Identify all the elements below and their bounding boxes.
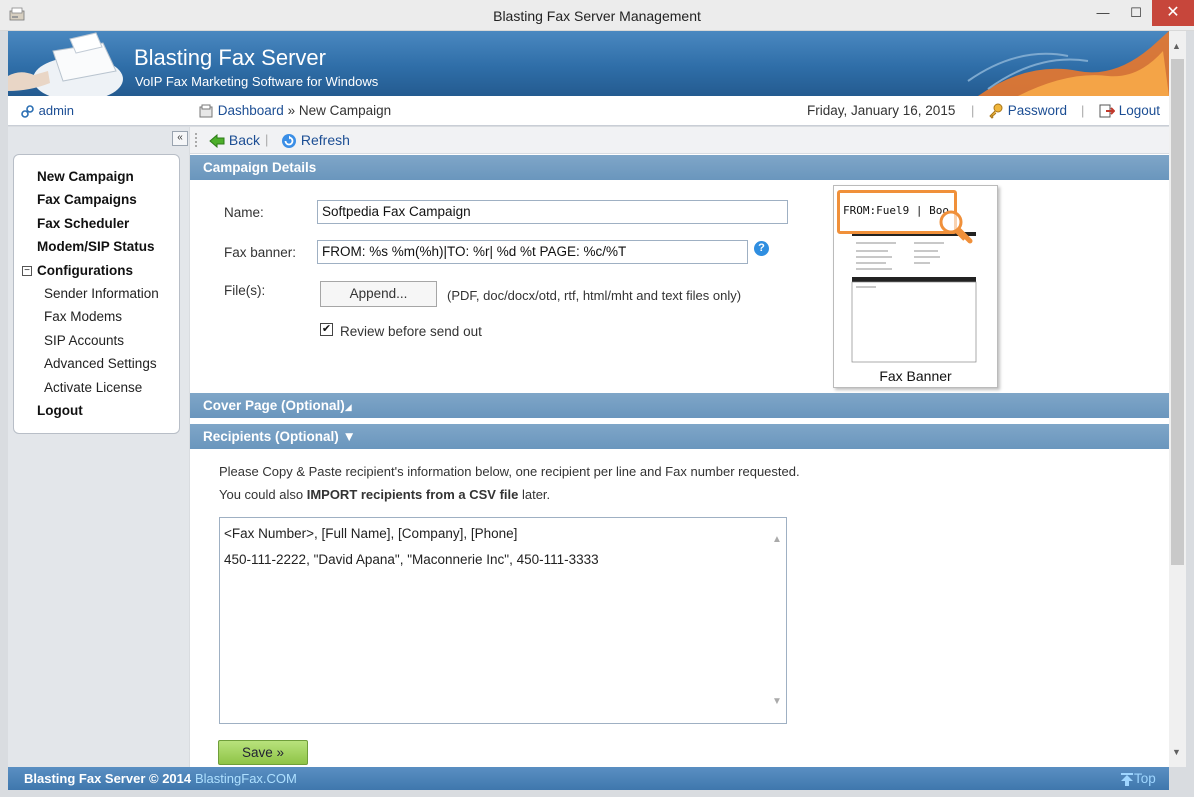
footer: Blasting Fax Server © 2014 BlastingFax.C… [8, 767, 1169, 790]
expand-toggle-icon: ◢ [344, 402, 352, 412]
website-link[interactable]: BlastingFax.COM [195, 771, 297, 786]
recipients-description-2: You could also IMPORT recipients from a … [219, 487, 550, 502]
key-icon [989, 103, 1003, 120]
scroll-down-icon[interactable]: ▼ [1172, 747, 1181, 757]
back-to-top-link[interactable]: Top [1120, 771, 1156, 787]
fax-banner-preview: FROM:Fuel9 | Boo Fax Banner [833, 185, 998, 388]
sidebar-item-new-campaign[interactable]: New Campaign [37, 169, 134, 184]
fax-machine-logo [8, 32, 123, 96]
banner-highlight-text: FROM:Fuel9 | Boo [843, 204, 949, 217]
desc-text: You could also [219, 487, 307, 502]
brand-tagline: VoIP Fax Marketing Software for Windows [135, 74, 379, 89]
refresh-icon [282, 134, 296, 149]
scrollbar-thumb[interactable] [1171, 59, 1184, 565]
fax-banner-label: Fax banner: [224, 245, 297, 260]
review-label: Review before send out [340, 324, 482, 339]
recipient-line: <Fax Number>, [Full Name], [Company], [P… [224, 526, 518, 541]
refresh-label: Refresh [300, 132, 350, 148]
maximize-button[interactable]: ☐ [1121, 0, 1151, 26]
user-link[interactable]: admin [20, 103, 74, 119]
top-label: Top [1134, 771, 1156, 786]
page-scrollbar[interactable]: ▲ ▼ [1169, 31, 1186, 767]
sidebar-panel: « New Campaign Fax Campaigns Fax Schedul… [8, 127, 189, 767]
breadcrumb: Dashboard » New Campaign [198, 103, 391, 119]
fax-banner-input[interactable]: FROM: %s %m(%h)|TO: %r| %d %t PAGE: %c/%… [317, 240, 748, 264]
toolbar-grip [195, 133, 198, 147]
divider: | [265, 132, 269, 147]
toolbar: Back | Refresh [190, 127, 1169, 154]
current-date: Friday, January 16, 2015 [807, 103, 956, 118]
copyright-text: Blasting Fax Server © 2014 [24, 771, 192, 786]
sidebar-item-advanced-settings[interactable]: Advanced Settings [44, 356, 157, 371]
sidebar-item-fax-campaigns[interactable]: Fax Campaigns [37, 192, 137, 207]
append-file-button[interactable]: Append... [320, 281, 437, 307]
window-titlebar: Blasting Fax Server Management — ☐ ✕ [0, 0, 1194, 31]
campaign-name-input[interactable]: Softpedia Fax Campaign [317, 200, 788, 224]
top-info-bar: admin Dashboard » New Campaign Friday, J… [8, 96, 1169, 126]
sidebar-item-fax-modems[interactable]: Fax Modems [44, 309, 122, 324]
files-label: File(s): [224, 283, 266, 298]
back-arrow-icon [209, 134, 225, 149]
close-button[interactable]: ✕ [1152, 0, 1194, 26]
help-icon[interactable]: ? [754, 241, 769, 256]
recipients-description-1: Please Copy & Paste recipient's informat… [219, 464, 800, 479]
recipient-line: 450-111-2222, "David Apana", "Maconnerie… [224, 552, 599, 567]
sidebar-item-logout[interactable]: Logout [37, 403, 83, 418]
collapse-tree-icon[interactable]: − [22, 266, 32, 276]
scroll-up-icon[interactable]: ▲ [1172, 41, 1181, 51]
sidebar-nav: New Campaign Fax Campaigns Fax Scheduler… [13, 154, 180, 434]
scroll-up-icon[interactable]: ▲ [772, 534, 782, 545]
import-csv-text: IMPORT recipients from a CSV file [306, 487, 519, 502]
divider: | [971, 103, 975, 118]
sidebar-item-modem-sip-status[interactable]: Modem/SIP Status [37, 239, 155, 254]
cover-page-header[interactable]: Cover Page (Optional)◢ [190, 393, 1169, 418]
divider: | [1081, 103, 1085, 118]
user-name: admin [38, 103, 75, 118]
scroll-down-icon[interactable]: ▼ [772, 696, 782, 707]
back-label: Back [228, 132, 261, 148]
back-button[interactable]: Back [209, 132, 261, 149]
refresh-button[interactable]: Refresh [281, 132, 350, 149]
user-icon [21, 105, 34, 118]
logout-label: Logout [1118, 103, 1161, 118]
save-button[interactable]: Save » [218, 740, 308, 765]
brand-title: Blasting Fax Server [134, 45, 326, 70]
collapse-sidebar-button[interactable]: « [172, 131, 188, 146]
sidebar-item-activate-license[interactable]: Activate License [44, 380, 142, 395]
minimize-button[interactable]: — [1088, 0, 1118, 26]
up-arrow-icon [1121, 772, 1133, 786]
recipients-header[interactable]: Recipients (Optional) ▼ [190, 424, 1169, 449]
sidebar-item-configurations[interactable]: Configurations [37, 263, 133, 278]
password-link[interactable]: Password [988, 103, 1068, 120]
window-title: Blasting Fax Server Management [493, 8, 701, 24]
main-content: Back | Refresh Campaign Details Name: So… [190, 127, 1169, 767]
page-icon [199, 104, 213, 118]
header-banner: Blasting Fax Server VoIP Fax Marketing S… [8, 31, 1169, 96]
breadcrumb-current: New Campaign [298, 103, 392, 118]
campaign-details-header: Campaign Details [190, 155, 1169, 180]
desc-text: later. [518, 487, 551, 502]
name-label: Name: [224, 205, 264, 220]
password-label: Password [1007, 103, 1068, 118]
files-hint: (PDF, doc/docx/otd, rtf, html/mht and te… [447, 288, 742, 303]
swoosh-decoration [967, 31, 1169, 96]
sidebar-item-sip-accounts[interactable]: SIP Accounts [44, 333, 124, 348]
preview-caption: Fax Banner [879, 368, 952, 384]
logout-icon [1099, 104, 1115, 118]
review-checkbox[interactable]: ✔ [320, 323, 333, 336]
textarea-scrollbar[interactable]: ▲ ▼ [769, 518, 786, 723]
breadcrumb-separator: » [287, 103, 296, 118]
logout-link[interactable]: Logout [1099, 103, 1160, 119]
recipients-textarea[interactable]: <Fax Number>, [Full Name], [Company], [P… [219, 517, 787, 724]
breadcrumb-dashboard-link[interactable]: Dashboard [218, 103, 284, 118]
sidebar-item-sender-information[interactable]: Sender Information [44, 286, 159, 301]
cover-page-title: Cover Page (Optional) [203, 398, 345, 413]
magnifier-icon [939, 210, 973, 244]
sidebar-item-fax-scheduler[interactable]: Fax Scheduler [37, 216, 129, 231]
